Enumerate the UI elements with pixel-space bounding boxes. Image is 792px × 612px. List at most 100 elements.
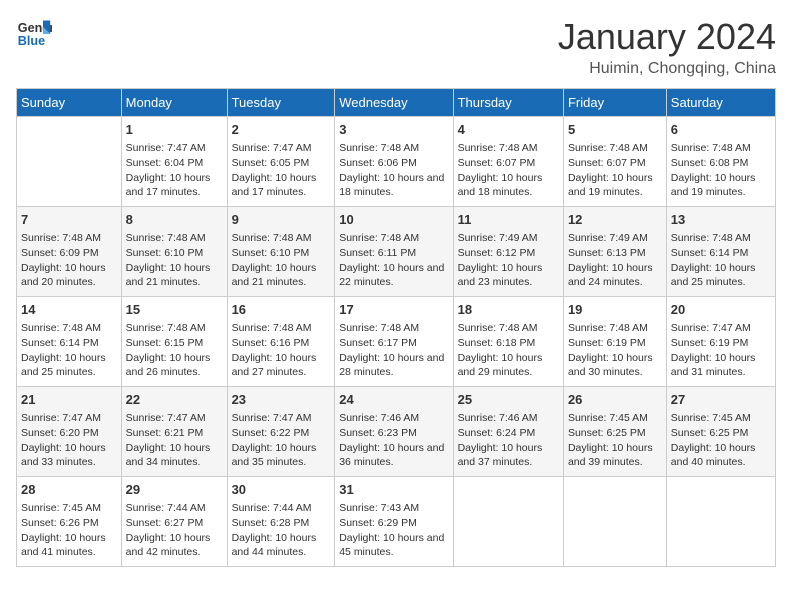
- weekday-header-cell: Saturday: [666, 89, 775, 117]
- calendar-day-cell: 6 Sunrise: 7:48 AMSunset: 6:08 PMDaylight…: [666, 117, 775, 207]
- weekday-header-cell: Friday: [563, 89, 666, 117]
- header: General Blue January 2024 Huimin, Chongq…: [16, 16, 776, 78]
- calendar-day-cell: 14 Sunrise: 7:48 AMSunset: 6:14 PMDayligh…: [17, 297, 122, 387]
- weekday-header-cell: Tuesday: [227, 89, 335, 117]
- day-number: 31: [339, 481, 448, 499]
- weekday-header-cell: Sunday: [17, 89, 122, 117]
- day-number: 18: [458, 301, 559, 319]
- calendar-day-cell: 9 Sunrise: 7:48 AMSunset: 6:10 PMDaylight…: [227, 207, 335, 297]
- logo-icon: General Blue: [16, 16, 52, 52]
- day-info: Sunrise: 7:48 AMSunset: 6:15 PMDaylight:…: [126, 321, 223, 380]
- day-info: Sunrise: 7:48 AMSunset: 6:07 PMDaylight:…: [568, 141, 662, 200]
- day-number: 30: [232, 481, 331, 499]
- day-number: 1: [126, 121, 223, 139]
- day-number: 28: [21, 481, 117, 499]
- day-number: 27: [671, 391, 771, 409]
- day-info: Sunrise: 7:48 AMSunset: 6:14 PMDaylight:…: [21, 321, 117, 380]
- day-number: 7: [21, 211, 117, 229]
- weekday-header-cell: Monday: [121, 89, 227, 117]
- day-number: 3: [339, 121, 448, 139]
- day-info: Sunrise: 7:48 AMSunset: 6:17 PMDaylight:…: [339, 321, 448, 380]
- day-number: 2: [232, 121, 331, 139]
- calendar-week-row: 7 Sunrise: 7:48 AMSunset: 6:09 PMDaylight…: [17, 207, 776, 297]
- day-info: Sunrise: 7:48 AMSunset: 6:10 PMDaylight:…: [232, 231, 331, 290]
- day-info: Sunrise: 7:48 AMSunset: 6:09 PMDaylight:…: [21, 231, 117, 290]
- calendar-day-cell: 21Sunrise: 7:47 AMSunset: 6:20 PMDayligh…: [17, 387, 122, 477]
- calendar-day-cell: 25 Sunrise: 7:46 AMSunset: 6:24 PMDayligh…: [453, 387, 563, 477]
- day-number: 4: [458, 121, 559, 139]
- calendar-day-cell: 7 Sunrise: 7:48 AMSunset: 6:09 PMDaylight…: [17, 207, 122, 297]
- day-info: Sunrise: 7:47 AMSunset: 6:05 PMDaylight:…: [232, 141, 331, 200]
- calendar-day-cell: [17, 117, 122, 207]
- calendar-day-cell: 24Sunrise: 7:46 AMSunset: 6:23 PMDayligh…: [335, 387, 453, 477]
- day-info: Sunrise: 7:48 AMSunset: 6:08 PMDaylight:…: [671, 141, 771, 200]
- day-info: Sunrise: 7:45 AMSunset: 6:25 PMDaylight:…: [568, 411, 662, 470]
- day-info: Sunrise: 7:46 AMSunset: 6:24 PMDaylight:…: [458, 411, 559, 470]
- day-number: 8: [126, 211, 223, 229]
- calendar-day-cell: 1Sunrise: 7:47 AMSunset: 6:04 PMDaylight…: [121, 117, 227, 207]
- calendar-day-cell: 19 Sunrise: 7:48 AMSunset: 6:19 PMDayligh…: [563, 297, 666, 387]
- day-number: 22: [126, 391, 223, 409]
- day-info: Sunrise: 7:44 AMSunset: 6:27 PMDaylight:…: [126, 501, 223, 560]
- calendar-table: SundayMondayTuesdayWednesdayThursdayFrid…: [16, 88, 776, 567]
- calendar-day-cell: 17 Sunrise: 7:48 AMSunset: 6:17 PMDayligh…: [335, 297, 453, 387]
- day-info: Sunrise: 7:44 AMSunset: 6:28 PMDaylight:…: [232, 501, 331, 560]
- calendar-day-cell: [563, 477, 666, 567]
- calendar-day-cell: 23 Sunrise: 7:47 AMSunset: 6:22 PMDayligh…: [227, 387, 335, 477]
- calendar-day-cell: 31 Sunrise: 7:43 AMSunset: 6:29 PMDayligh…: [335, 477, 453, 567]
- day-number: 20: [671, 301, 771, 319]
- day-info: Sunrise: 7:48 AMSunset: 6:18 PMDaylight:…: [458, 321, 559, 380]
- day-number: 9: [232, 211, 331, 229]
- calendar-day-cell: 29 Sunrise: 7:44 AMSunset: 6:27 PMDayligh…: [121, 477, 227, 567]
- weekday-header-cell: Wednesday: [335, 89, 453, 117]
- day-number: 6: [671, 121, 771, 139]
- calendar-day-cell: 11 Sunrise: 7:49 AMSunset: 6:12 PMDayligh…: [453, 207, 563, 297]
- day-info: Sunrise: 7:48 AMSunset: 6:11 PMDaylight:…: [339, 231, 448, 290]
- day-info: Sunrise: 7:47 AMSunset: 6:22 PMDaylight:…: [232, 411, 331, 470]
- day-number: 29: [126, 481, 223, 499]
- day-number: 11: [458, 211, 559, 229]
- calendar-day-cell: 18 Sunrise: 7:48 AMSunset: 6:18 PMDayligh…: [453, 297, 563, 387]
- calendar-day-cell: 30 Sunrise: 7:44 AMSunset: 6:28 PMDayligh…: [227, 477, 335, 567]
- day-info: Sunrise: 7:49 AMSunset: 6:12 PMDaylight:…: [458, 231, 559, 290]
- day-number: 5: [568, 121, 662, 139]
- day-info: Sunrise: 7:48 AMSunset: 6:19 PMDaylight:…: [568, 321, 662, 380]
- svg-text:Blue: Blue: [18, 34, 45, 48]
- calendar-body: 1Sunrise: 7:47 AMSunset: 6:04 PMDaylight…: [17, 117, 776, 567]
- title-area: January 2024 Huimin, Chongqing, China: [558, 16, 776, 78]
- day-number: 25: [458, 391, 559, 409]
- day-info: Sunrise: 7:45 AMSunset: 6:25 PMDaylight:…: [671, 411, 771, 470]
- day-number: 15: [126, 301, 223, 319]
- calendar-week-row: 21Sunrise: 7:47 AMSunset: 6:20 PMDayligh…: [17, 387, 776, 477]
- day-number: 14: [21, 301, 117, 319]
- day-info: Sunrise: 7:48 AMSunset: 6:10 PMDaylight:…: [126, 231, 223, 290]
- day-number: 16: [232, 301, 331, 319]
- day-info: Sunrise: 7:49 AMSunset: 6:13 PMDaylight:…: [568, 231, 662, 290]
- calendar-day-cell: 20Sunrise: 7:47 AMSunset: 6:19 PMDayligh…: [666, 297, 775, 387]
- calendar-day-cell: 16 Sunrise: 7:48 AMSunset: 6:16 PMDayligh…: [227, 297, 335, 387]
- calendar-day-cell: [453, 477, 563, 567]
- day-number: 17: [339, 301, 448, 319]
- calendar-week-row: 28 Sunrise: 7:45 AMSunset: 6:26 PMDayligh…: [17, 477, 776, 567]
- day-info: Sunrise: 7:48 AMSunset: 6:16 PMDaylight:…: [232, 321, 331, 380]
- calendar-day-cell: 8 Sunrise: 7:48 AMSunset: 6:10 PMDaylight…: [121, 207, 227, 297]
- day-info: Sunrise: 7:46 AMSunset: 6:23 PMDaylight:…: [339, 411, 448, 470]
- calendar-day-cell: 27 Sunrise: 7:45 AMSunset: 6:25 PMDayligh…: [666, 387, 775, 477]
- day-info: Sunrise: 7:47 AMSunset: 6:21 PMDaylight:…: [126, 411, 223, 470]
- day-info: Sunrise: 7:48 AMSunset: 6:07 PMDaylight:…: [458, 141, 559, 200]
- calendar-day-cell: 26Sunrise: 7:45 AMSunset: 6:25 PMDayligh…: [563, 387, 666, 477]
- calendar-day-cell: 10Sunrise: 7:48 AMSunset: 6:11 PMDayligh…: [335, 207, 453, 297]
- day-number: 13: [671, 211, 771, 229]
- day-number: 19: [568, 301, 662, 319]
- day-number: 12: [568, 211, 662, 229]
- day-number: 23: [232, 391, 331, 409]
- day-info: Sunrise: 7:48 AMSunset: 6:14 PMDaylight:…: [671, 231, 771, 290]
- calendar-day-cell: 28 Sunrise: 7:45 AMSunset: 6:26 PMDayligh…: [17, 477, 122, 567]
- calendar-day-cell: 15 Sunrise: 7:48 AMSunset: 6:15 PMDayligh…: [121, 297, 227, 387]
- day-number: 21: [21, 391, 117, 409]
- day-info: Sunrise: 7:43 AMSunset: 6:29 PMDaylight:…: [339, 501, 448, 560]
- location-subtitle: Huimin, Chongqing, China: [558, 60, 776, 78]
- calendar-week-row: 1Sunrise: 7:47 AMSunset: 6:04 PMDaylight…: [17, 117, 776, 207]
- day-info: Sunrise: 7:45 AMSunset: 6:26 PMDaylight:…: [21, 501, 117, 560]
- weekday-header-row: SundayMondayTuesdayWednesdayThursdayFrid…: [17, 89, 776, 117]
